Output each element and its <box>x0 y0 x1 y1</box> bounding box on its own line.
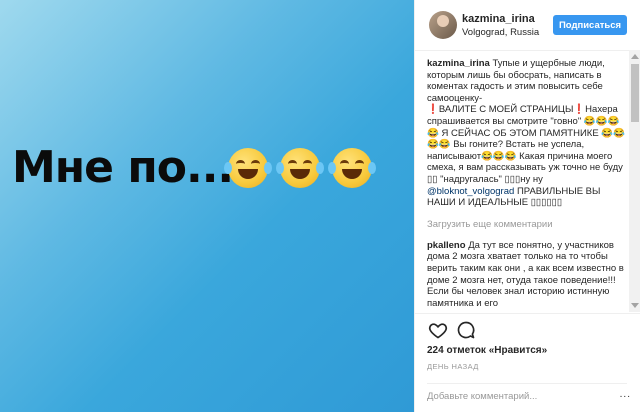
caption-comment: kazmina_irina Тупые и ущербные люди, кот… <box>427 58 628 209</box>
add-comment-input[interactable] <box>427 383 627 405</box>
scrollbar-thumb[interactable] <box>631 64 639 122</box>
tears-of-joy-emoji-icon <box>224 148 272 188</box>
post-sidebar: kazmina_irina Volgograd, Russia Подписат… <box>414 0 640 412</box>
post-header: kazmina_irina Volgograd, Russia Подписат… <box>415 0 640 51</box>
more-options-icon[interactable]: ... <box>620 389 631 400</box>
comment-username[interactable]: pkalleno <box>427 240 466 251</box>
heart-icon <box>428 323 448 339</box>
comment-button[interactable] <box>455 320 477 342</box>
post-timestamp[interactable]: ДЕНЬ НАЗАД <box>427 362 479 371</box>
username-link[interactable]: kazmina_irina <box>462 13 535 25</box>
like-button[interactable] <box>427 320 449 342</box>
comments-scrollbar[interactable] <box>629 50 640 312</box>
load-more-comments-link[interactable]: Загрузить еще комментарии <box>427 219 628 230</box>
comment-text: ❗ВАЛИТЕ С МОЕЙ СТРАНИЦЫ❗Нахера спрашивае… <box>427 104 625 185</box>
comment-icon <box>457 321 475 339</box>
follow-button[interactable]: Подписаться <box>553 15 627 35</box>
comment-username[interactable]: kazmina_irina <box>427 58 490 69</box>
scroll-up-arrow-icon[interactable] <box>631 54 639 59</box>
post-actions: 224 отметок «Нравится» ДЕНЬ НАЗАД ... <box>415 313 640 413</box>
mention-link[interactable]: @bloknot_volgograd <box>427 186 514 197</box>
photo-emoji-row <box>224 148 376 188</box>
scroll-down-arrow-icon[interactable] <box>631 303 639 308</box>
tears-of-joy-emoji-icon <box>276 148 324 188</box>
comments-list[interactable]: kazmina_irina Тупые и ущербные люди, кот… <box>415 50 628 312</box>
photo-caption-text: Мне по... <box>12 142 234 193</box>
likes-count[interactable]: 224 отметок «Нравится» <box>427 345 547 356</box>
tears-of-joy-emoji-icon <box>328 148 376 188</box>
list-item: pkalleno Да тут все понятно, у участнико… <box>427 240 628 310</box>
avatar[interactable] <box>429 11 457 39</box>
post-photo[interactable]: Мне по... <box>0 0 414 412</box>
location-link[interactable]: Volgograd, Russia <box>462 27 539 38</box>
